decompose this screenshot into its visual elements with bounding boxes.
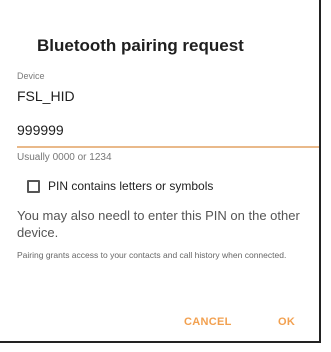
- dialog-actions: CANCEL OK: [17, 316, 317, 336]
- pin-letters-checkbox[interactable]: [27, 179, 40, 193]
- pin-note: You may also needl to enter this PIN on …: [17, 208, 300, 240]
- pin-letters-checkbox-row[interactable]: PIN contains letters or symbols: [27, 176, 213, 196]
- dialog-title: Bluetooth pairing request: [37, 36, 244, 55]
- pin-input-value[interactable]: 999999: [17, 122, 64, 138]
- device-caption: Device: [17, 71, 45, 81]
- pin-input-underline: [17, 146, 319, 148]
- pin-letters-checkbox-label[interactable]: PIN contains letters or symbols: [48, 179, 213, 193]
- screen-frame: Bluetooth pairing request Device FSL_HID…: [0, 0, 321, 343]
- pairing-access-note: Pairing grants access to your contacts a…: [17, 250, 287, 260]
- pin-input[interactable]: 999999: [17, 114, 320, 148]
- bluetooth-pairing-dialog: Bluetooth pairing request Device FSL_HID…: [17, 0, 320, 340]
- cancel-button[interactable]: CANCEL: [184, 316, 232, 328]
- ok-button[interactable]: OK: [278, 316, 295, 328]
- pin-hint: Usually 0000 or 1234: [17, 152, 112, 163]
- device-name: FSL_HID: [17, 88, 75, 104]
